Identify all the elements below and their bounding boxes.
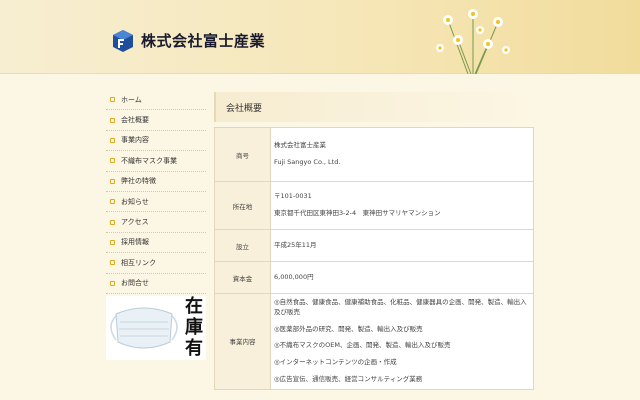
bullet-icon [110,178,115,184]
value-line: ◎自然食品、健康食品、健康補助食品、化粧品、健康器具の企画、開発、製造、輸出入及… [274,298,527,316]
nav-label: ホーム [121,95,142,104]
bullet-icon [110,280,115,286]
table-row: 資本金 6,000,000円 [214,261,534,294]
row-label: 商号 [214,127,271,182]
nav-item-features[interactable]: 弊社の特徴 [106,172,206,192]
value-line: ◎インターネットコンテンツの企画・作成 [274,358,397,366]
nav-item-company[interactable]: 会社概要 [106,110,206,131]
fuji-logo-icon[interactable] [113,30,133,52]
row-label: 設立 [214,229,271,262]
nav-label: 会社概要 [121,116,149,125]
nav-item-home[interactable]: ホーム [106,90,206,111]
company-info-table: 商号 株式会社富士産業 Fuji Sangyo Co., Ltd. 所在地 〒1… [214,127,534,390]
nav-label: 不織布マスク事業 [121,156,177,165]
row-value: 平成25年11月 [270,229,534,262]
row-value: 株式会社富士産業 Fuji Sangyo Co., Ltd. [270,127,534,182]
sidebar-nav: ホーム 会社概要 事業内容 不織布マスク事業 弊社の特徴 お知らせ アクセス 採… [106,90,206,294]
row-label: 所在地 [214,181,271,230]
bullet-icon [110,260,115,266]
nav-label: 採用情報 [121,238,149,247]
nav-label: お問合せ [121,279,149,288]
bullet-icon [110,219,115,225]
value-line: ◎広告宣伝、通信販売、経営コンサルティング業務 [274,374,423,383]
page-title: 会社概要 [214,92,534,122]
table-row: 所在地 〒101-0031 東京都千代田区東神田3-2-4 東神田サマリヤマンシ… [214,181,534,230]
nav-label: 相互リンク [121,258,156,267]
bullet-icon [110,158,115,164]
nav-label: アクセス [121,218,149,227]
value-line: ◎医薬部外品の研究、開発、製造、輸出入及び販売 [274,324,423,333]
value-line: Fuji Sangyo Co., Ltd. [274,158,341,166]
chamomile-flowers-image [436,9,510,74]
main-content: 会社概要 商号 株式会社富士産業 Fuji Sangyo Co., Ltd. 所… [214,92,534,390]
row-label: 資本金 [214,261,271,294]
bullet-icon [110,239,115,245]
row-value: ◎自然食品、健康食品、健康補助食品、化粧品、健康器具の企画、開発、製造、輸出入及… [270,293,534,390]
value-line: 〒101-0031 [274,192,312,201]
bullet-icon [110,199,115,205]
value-line: ◎不織布マスクのOEM、企画、開発、製造、輸出入及び販売 [274,341,451,350]
nav-item-business[interactable]: 事業内容 [106,131,206,152]
row-value: 〒101-0031 東京都千代田区東神田3-2-4 東神田サマリヤマンション [270,181,534,230]
bullet-icon [110,137,115,143]
site-title[interactable]: 株式会社富士産業 [141,30,265,51]
nav-item-news[interactable]: お知らせ [106,192,206,213]
value-line: 東京都千代田区東神田3-2-4 東神田サマリヤマンション [274,209,441,217]
in-stock-label: 在庫有 [185,296,203,359]
mask-stock-banner[interactable]: 在庫有 [106,296,206,360]
table-row: 設立 平成25年11月 [214,229,534,262]
nav-item-access[interactable]: アクセス [106,212,206,233]
nav-label: 弊社の特徴 [121,177,156,186]
nav-item-links[interactable]: 相互リンク [106,253,206,274]
nav-item-contact[interactable]: お問合せ [106,274,206,294]
face-mask-image [106,296,182,360]
row-label: 事業内容 [214,293,271,390]
nav-item-recruit[interactable]: 採用情報 [106,233,206,254]
site-header: 株式会社富士産業 [0,0,640,74]
nav-item-mask-business[interactable]: 不織布マスク事業 [106,151,206,172]
row-value: 6,000,000円 [270,261,534,294]
nav-label: 事業内容 [121,136,149,145]
table-row: 事業内容 ◎自然食品、健康食品、健康補助食品、化粧品、健康器具の企画、開発、製造… [214,293,534,390]
table-row: 商号 株式会社富士産業 Fuji Sangyo Co., Ltd. [214,127,534,182]
value-line: 株式会社富士産業 [274,141,326,150]
bullet-icon [110,117,115,123]
bullet-icon [110,97,115,103]
nav-label: お知らせ [121,197,149,206]
